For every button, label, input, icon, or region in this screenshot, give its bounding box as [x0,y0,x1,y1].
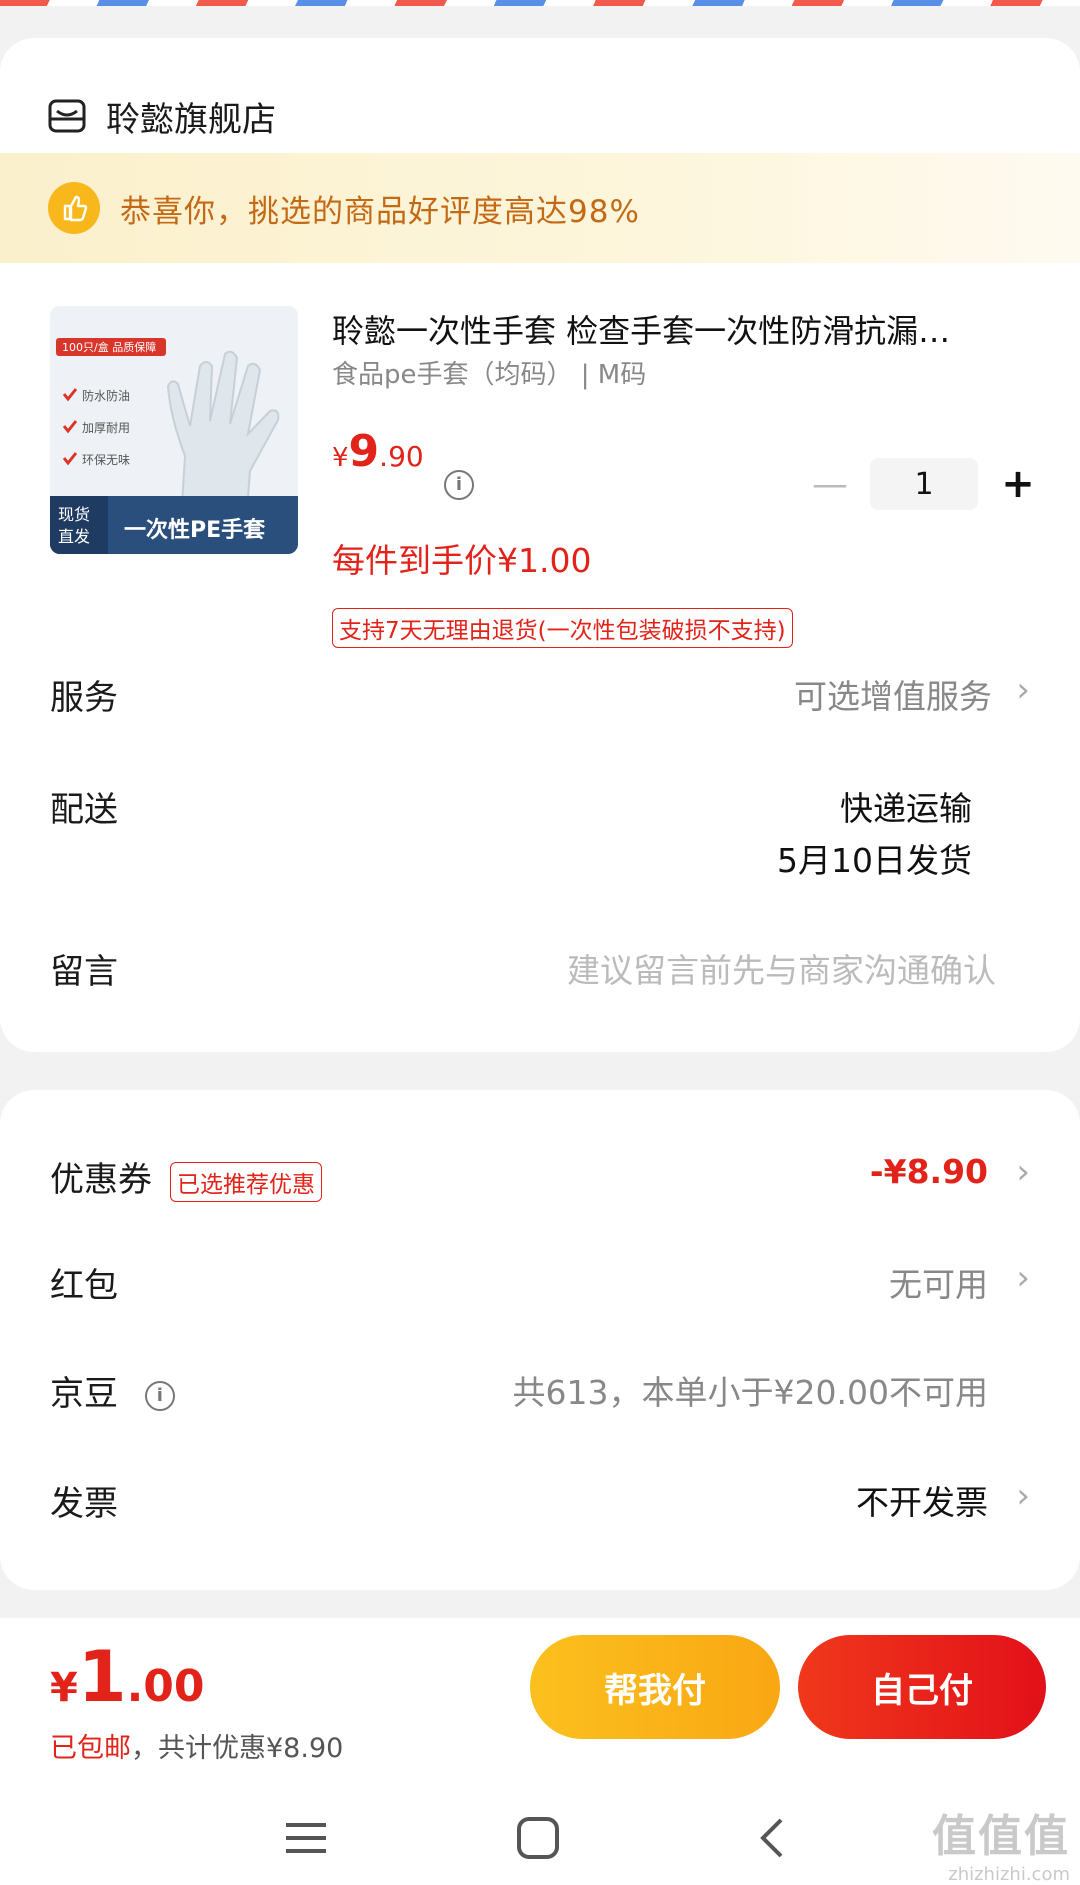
rating-banner-text: 恭喜你，挑选的商品好评度高达98% [120,193,640,230]
coupon-tag: 已选推荐优惠 [170,1161,322,1202]
product-tag: 一次性PE手套 [124,517,265,543]
watermark: 值值值 zhizhizhi.com [932,1800,1070,1885]
product-image[interactable]: 100只/盒 品质保障 防水防油 加厚耐用 环保无味 现货 直发 一次性PE手套 [50,306,298,554]
jd-beans-label-text: 京豆 [50,1374,118,1414]
quantity-stepper: — 1 + [810,458,1038,510]
return-policy-badge: 支持7天无理由退货(一次性包装破损不支持) [332,608,793,648]
back-icon[interactable] [742,1808,802,1868]
price-currency: ¥ [332,443,349,473]
total-currency: ¥ [50,1665,78,1711]
price-integer: 9 [348,426,380,477]
jd-beans-label: 京豆 i [50,1366,175,1415]
watermark-logo: 值值值 [932,1811,1070,1862]
plus-button[interactable]: + [998,461,1038,507]
product-spec[interactable]: 食品pe手套（均码） | M码 [332,354,646,391]
rating-banner: 恭喜你，挑选的商品好评度高达98% [0,153,1080,263]
product-price: ¥ 9 .90 [332,426,424,477]
system-nav-bar [0,1786,1080,1885]
chevron-right-icon: › [1016,1476,1030,1516]
info-icon[interactable]: i [144,1380,175,1411]
unit-price: 每件到手价¥1.00 [332,541,592,580]
delivery-date: 5月10日发货 [777,841,972,880]
red-packet-value: 无可用 [889,1265,988,1304]
feature-item: 环保无味 [82,453,130,467]
help-pay-button[interactable]: 帮我付 [530,1635,780,1739]
home-icon[interactable] [508,1808,568,1868]
coupon-label-text: 优惠券 [50,1160,152,1200]
feature-item: 加厚耐用 [82,421,130,435]
red-packet-label: 红包 [50,1266,118,1306]
shop-name: 聆懿旗舰店 [106,99,276,140]
recent-apps-icon[interactable] [276,1808,336,1868]
service-value: 可选增值服务 [794,677,992,716]
airmail-border [0,0,1080,6]
order-item-card: 聆懿旗舰店 恭喜你，挑选的商品好评度高达98% 100只/盒 品质保障 防水防油… [0,38,1080,1052]
delivery-label: 配送 [50,790,118,830]
price-info-icon[interactable]: i [444,470,474,500]
stock-tag: 现货 [58,505,90,524]
message-input[interactable]: 建议留言前先与商家沟通确认 [567,944,996,992]
message-label: 留言 [50,952,118,992]
product-title[interactable]: 聆懿一次性手套 检查手套一次性防滑抗漏… [332,306,1032,352]
self-pay-button[interactable]: 自己付 [798,1635,1046,1739]
service-label: 服务 [50,678,118,718]
free-shipping-text: 已包邮 [50,1733,131,1764]
thumbs-up-icon [48,182,100,234]
discount-card: 优惠券 已选推荐优惠 -¥8.90 › 红包 无可用 › 京豆 i 共613，本单… [0,1090,1080,1590]
total-summary: 已包邮，共计优惠¥8.90 [50,1726,343,1765]
coupon-value: -¥8.90 [869,1152,988,1191]
delivery-method: 快递运输 [840,789,972,828]
chevron-right-icon: › [1016,1258,1030,1298]
stock-tag: 直发 [58,527,90,546]
feature-item: 防水防油 [82,388,130,403]
saving-text: ，共计优惠¥8.90 [131,1733,344,1764]
jd-beans-value: 共613，本单小于¥20.00不可用 [512,1373,988,1412]
checkout-bar: ¥ 1 .00 已包邮，共计优惠¥8.90 帮我付 自己付 [0,1618,1080,1786]
total-integer: 1 [77,1636,127,1718]
shop-header[interactable]: 聆懿旗舰店 [48,78,276,154]
shop-icon [48,99,86,133]
watermark-url: zhizhizhi.com [948,1864,1070,1885]
chevron-right-icon: › [1016,670,1030,710]
price-decimal: .90 [379,440,424,473]
invoice-value: 不开发票 [856,1483,988,1522]
total-price: ¥ 1 .00 [50,1636,205,1718]
coupon-label: 优惠券 已选推荐优惠 [50,1152,322,1202]
chevron-right-icon: › [1016,1152,1030,1192]
quantity-value[interactable]: 1 [870,458,978,510]
invoice-label: 发票 [50,1484,118,1524]
total-decimal: .00 [126,1661,205,1712]
image-top-tag: 100只/盒 品质保障 [62,340,156,354]
minus-button[interactable]: — [810,464,850,505]
